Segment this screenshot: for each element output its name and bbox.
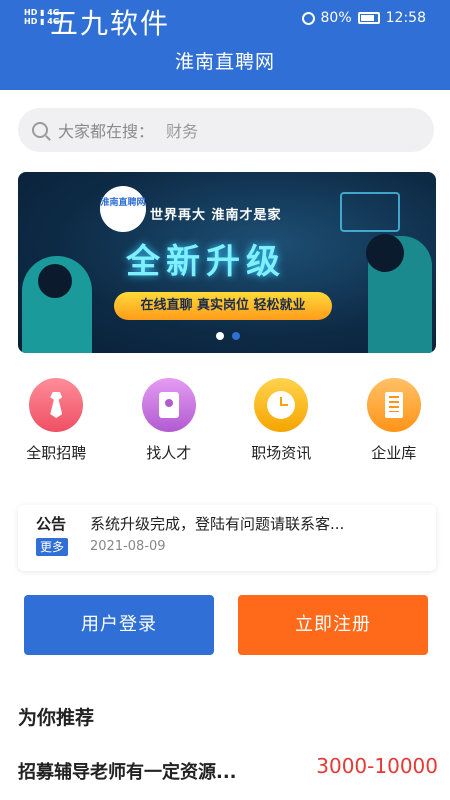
page-title: 淮南直聘网: [174, 51, 275, 73]
app-screen: HD ▮ 4G HD ▮ 4G 五九软件 80% 12:58 淮南直聘网 大家都…: [0, 0, 450, 800]
quick-icon-wrap: [254, 378, 309, 432]
resume-icon: [158, 392, 179, 418]
decoration-panel: [340, 192, 400, 232]
illustration-head-right: [366, 234, 404, 272]
notice-date: 2021-08-09: [90, 539, 166, 554]
search-prefix: 大家都在搜：: [58, 122, 155, 141]
illustration-head-left: [38, 264, 72, 298]
login-button[interactable]: 用户登录: [24, 595, 214, 655]
notice-card[interactable]: 公告 更多 系统升级完成，登陆有问题请联系客... 2021-08-09: [18, 505, 436, 571]
banner-slogan: 世界再大 淮南才是家: [150, 208, 282, 223]
battery-percent: 80%: [320, 10, 352, 26]
quick-icon-wrap: [366, 378, 421, 432]
promo-banner[interactable]: 淮南直聘网 世界再大 淮南才是家 全新升级 在线直聊 真实岗位 轻松就业: [18, 172, 436, 353]
clock-icon: [267, 391, 296, 419]
quick-entry-fulltime[interactable]: 全职招聘: [0, 378, 113, 468]
quick-entry-label: 找人才: [146, 444, 192, 462]
banner-headline: 全新升级: [126, 242, 286, 282]
register-button[interactable]: 立即注册: [238, 595, 428, 655]
status-right: 80% 12:58: [301, 10, 426, 26]
quick-icon-wrap: [29, 378, 84, 432]
quick-entry-label: 全职招聘: [26, 444, 87, 462]
carousel-dot-2[interactable]: [232, 332, 240, 340]
banner-subline: 在线直聊 真实岗位 轻松就业: [114, 292, 332, 320]
quick-entry-label: 职场资讯: [251, 444, 312, 462]
carousel-dots[interactable]: [216, 332, 240, 340]
battery-icon: [357, 12, 380, 24]
notice-text[interactable]: 系统升级完成，登陆有问题请联系客...: [90, 513, 390, 534]
tie-icon: [50, 392, 63, 418]
alarm-icon: [301, 11, 315, 25]
search-input[interactable]: 财务: [166, 118, 198, 142]
notice-more-button[interactable]: 更多: [36, 538, 68, 556]
quick-icon-wrap: [141, 378, 196, 432]
carousel-dot-1[interactable]: [216, 332, 224, 340]
building-icon: [384, 392, 403, 418]
quick-entries: 全职招聘 找人才 职场资讯 企业库: [0, 378, 450, 468]
clock-time: 12:58: [385, 10, 426, 26]
notice-tag: 公告: [36, 515, 67, 533]
job-title[interactable]: 招募辅导老师有一定资源...: [18, 758, 280, 784]
search-icon: [32, 122, 48, 138]
quick-entry-companies[interactable]: 企业库: [338, 378, 450, 468]
quick-entry-talent[interactable]: 找人才: [113, 378, 226, 468]
search-bar[interactable]: 大家都在搜： 财务: [18, 108, 434, 152]
quick-entry-label: 企业库: [371, 444, 417, 462]
job-salary: 3000-10000: [316, 754, 438, 778]
status-bar: HD ▮ 4G HD ▮ 4G 五九软件 80% 12:58: [0, 0, 450, 40]
quick-entry-news[interactable]: 职场资讯: [225, 378, 338, 468]
nav-bar: 淮南直聘网: [0, 36, 450, 90]
banner-logo: 淮南直聘网: [100, 186, 146, 232]
section-title-recommend: 为你推荐: [18, 707, 95, 729]
